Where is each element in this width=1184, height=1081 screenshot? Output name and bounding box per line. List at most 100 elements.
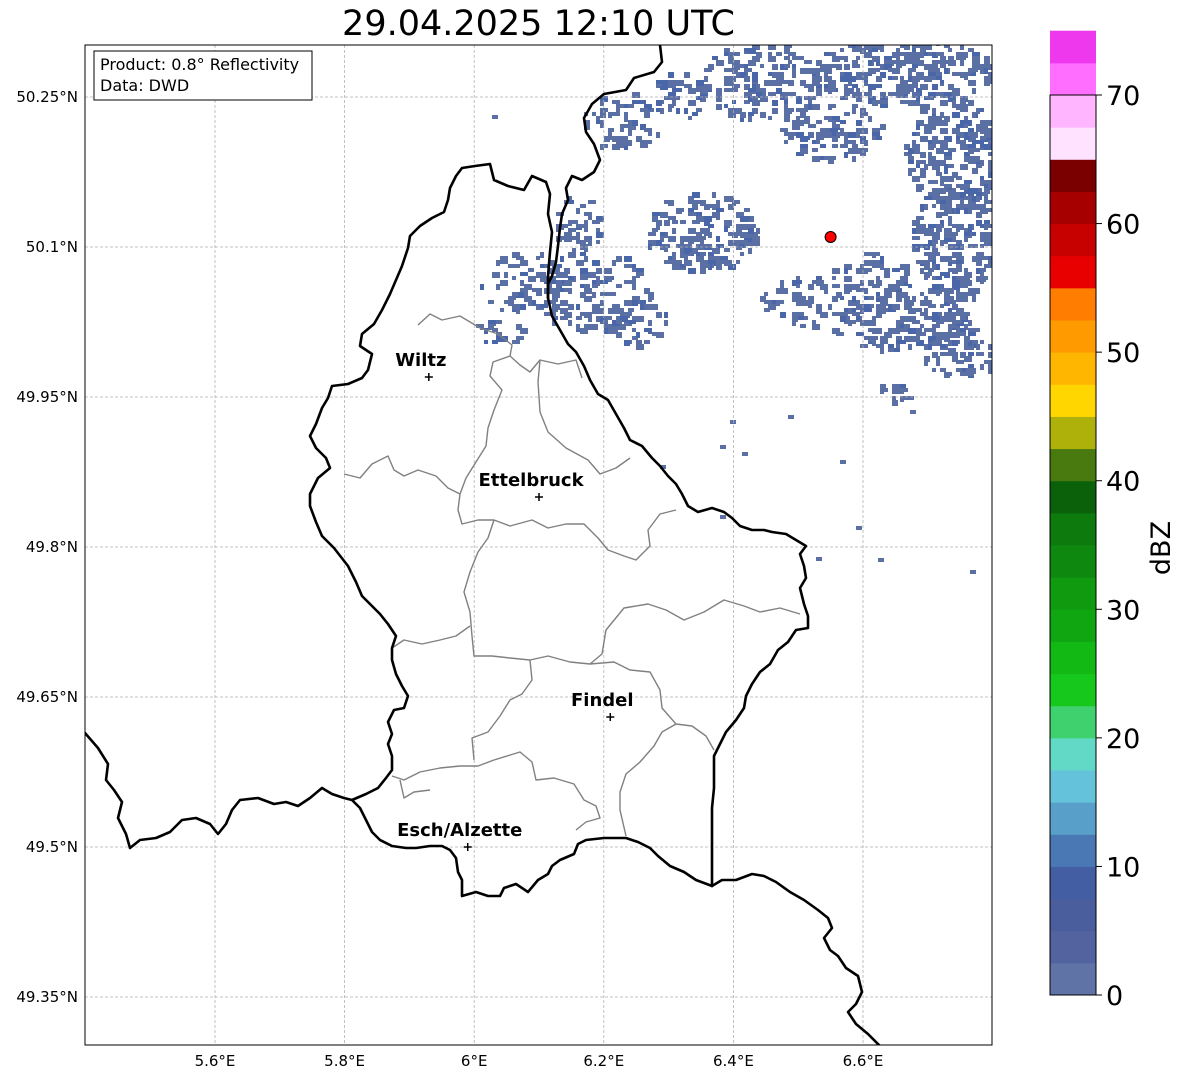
echo-pixel [944, 204, 952, 210]
echo-pixel [940, 196, 946, 200]
echo-pixel [948, 220, 952, 226]
colorbar-tick-label: 50 [1106, 338, 1140, 369]
echo-pixel [572, 220, 578, 224]
echo-pixel [976, 196, 980, 202]
echo-pixel [864, 296, 868, 300]
echo-pixel [916, 164, 920, 168]
echo-pixel [736, 64, 740, 70]
echo-pixel [936, 356, 940, 360]
echo-pixel [728, 232, 732, 236]
echo-pixel [552, 280, 556, 284]
echo-pixel [672, 228, 676, 234]
echo-pixel [816, 557, 822, 561]
echo-pixel [920, 312, 928, 316]
echo-pixel [992, 156, 998, 162]
echo-pixel [688, 84, 692, 90]
echo-pixel [608, 330, 614, 334]
echo-pixel [876, 292, 880, 296]
colorbar-segment [1050, 223, 1096, 257]
echo-pixel [696, 252, 700, 256]
echo-pixel [596, 316, 600, 322]
echo-pixel [964, 272, 970, 278]
echo-pixel [844, 88, 852, 92]
echo-pixel [552, 288, 556, 292]
echo-pixel [968, 320, 972, 326]
echo-pixel [828, 156, 836, 160]
echo-pixel [884, 268, 890, 272]
echo-pixel [968, 192, 974, 196]
echo-pixel [752, 56, 756, 62]
echo-pixel [832, 284, 840, 288]
echo-pixel [496, 284, 500, 290]
echo-pixel [972, 140, 976, 144]
echo-pixel [664, 220, 668, 226]
echo-pixel [944, 68, 948, 74]
colorbar-segment [1050, 834, 1096, 867]
echo-pixel [824, 116, 832, 120]
echo-pixel [972, 232, 976, 236]
echo-pixel [648, 320, 652, 326]
echo-pixel [576, 304, 580, 310]
echo-pixel [856, 120, 862, 126]
echo-pixel [724, 88, 730, 92]
echo-pixel [744, 48, 752, 52]
echo-pixel [800, 324, 806, 328]
echo-pixel [840, 120, 846, 124]
echo-pixel [920, 136, 928, 142]
echo-pixel [876, 344, 884, 348]
echo-pixel [912, 100, 916, 106]
echo-pixel [856, 132, 860, 136]
echo-pixel [928, 224, 936, 228]
echo-pixel [496, 260, 500, 266]
echo-pixel [844, 284, 848, 290]
echo-pixel [628, 120, 632, 124]
echo-pixel [528, 276, 536, 282]
echo-pixel [652, 216, 658, 222]
echo-pixel [808, 68, 816, 74]
echo-pixel [816, 136, 824, 140]
echo-pixel [904, 300, 908, 304]
echo-pixel [936, 140, 944, 144]
echo-pixel [936, 360, 940, 366]
echo-pixel [924, 276, 928, 280]
echo-pixel [912, 316, 916, 320]
echo-pixel [708, 204, 712, 208]
echo-pixel [524, 292, 528, 298]
echo-pixel [956, 56, 962, 60]
echo-pixel [932, 204, 936, 208]
echo-pixel [948, 148, 952, 152]
echo-pixel [540, 272, 546, 276]
echo-pixel [944, 168, 948, 174]
echo-pixel [612, 304, 620, 308]
echo-pixel [848, 140, 856, 144]
echo-pixel [872, 284, 880, 288]
echo-pixel [840, 144, 848, 148]
echo-pixel [644, 128, 652, 132]
echo-pixel [832, 276, 836, 280]
echo-pixel [932, 232, 940, 236]
echo-pixel [624, 300, 632, 306]
echo-pixel [976, 108, 980, 114]
map-area [85, 45, 992, 1045]
echo-pixel [872, 48, 878, 52]
echo-pixel [976, 256, 982, 262]
echo-pixel [572, 248, 576, 254]
echo-pixel [988, 172, 992, 178]
echo-pixel [584, 212, 592, 216]
echo-pixel [832, 268, 838, 274]
echo-pixel [796, 292, 802, 298]
echo-pixel [580, 252, 586, 256]
echo-pixel [952, 196, 956, 200]
echo-pixel [840, 460, 846, 464]
lon-tick-label: 6.2°E [583, 1052, 624, 1070]
echo-pixel [960, 100, 966, 104]
echo-pixel [948, 308, 952, 312]
echo-pixel [692, 220, 700, 224]
echo-pixel [804, 60, 812, 64]
echo-pixel [716, 236, 720, 242]
echo-pixel [656, 240, 662, 246]
echo-pixel [908, 160, 914, 164]
echo-pixel [692, 200, 700, 204]
echo-pixel [768, 116, 772, 120]
echo-pixel [864, 288, 868, 294]
